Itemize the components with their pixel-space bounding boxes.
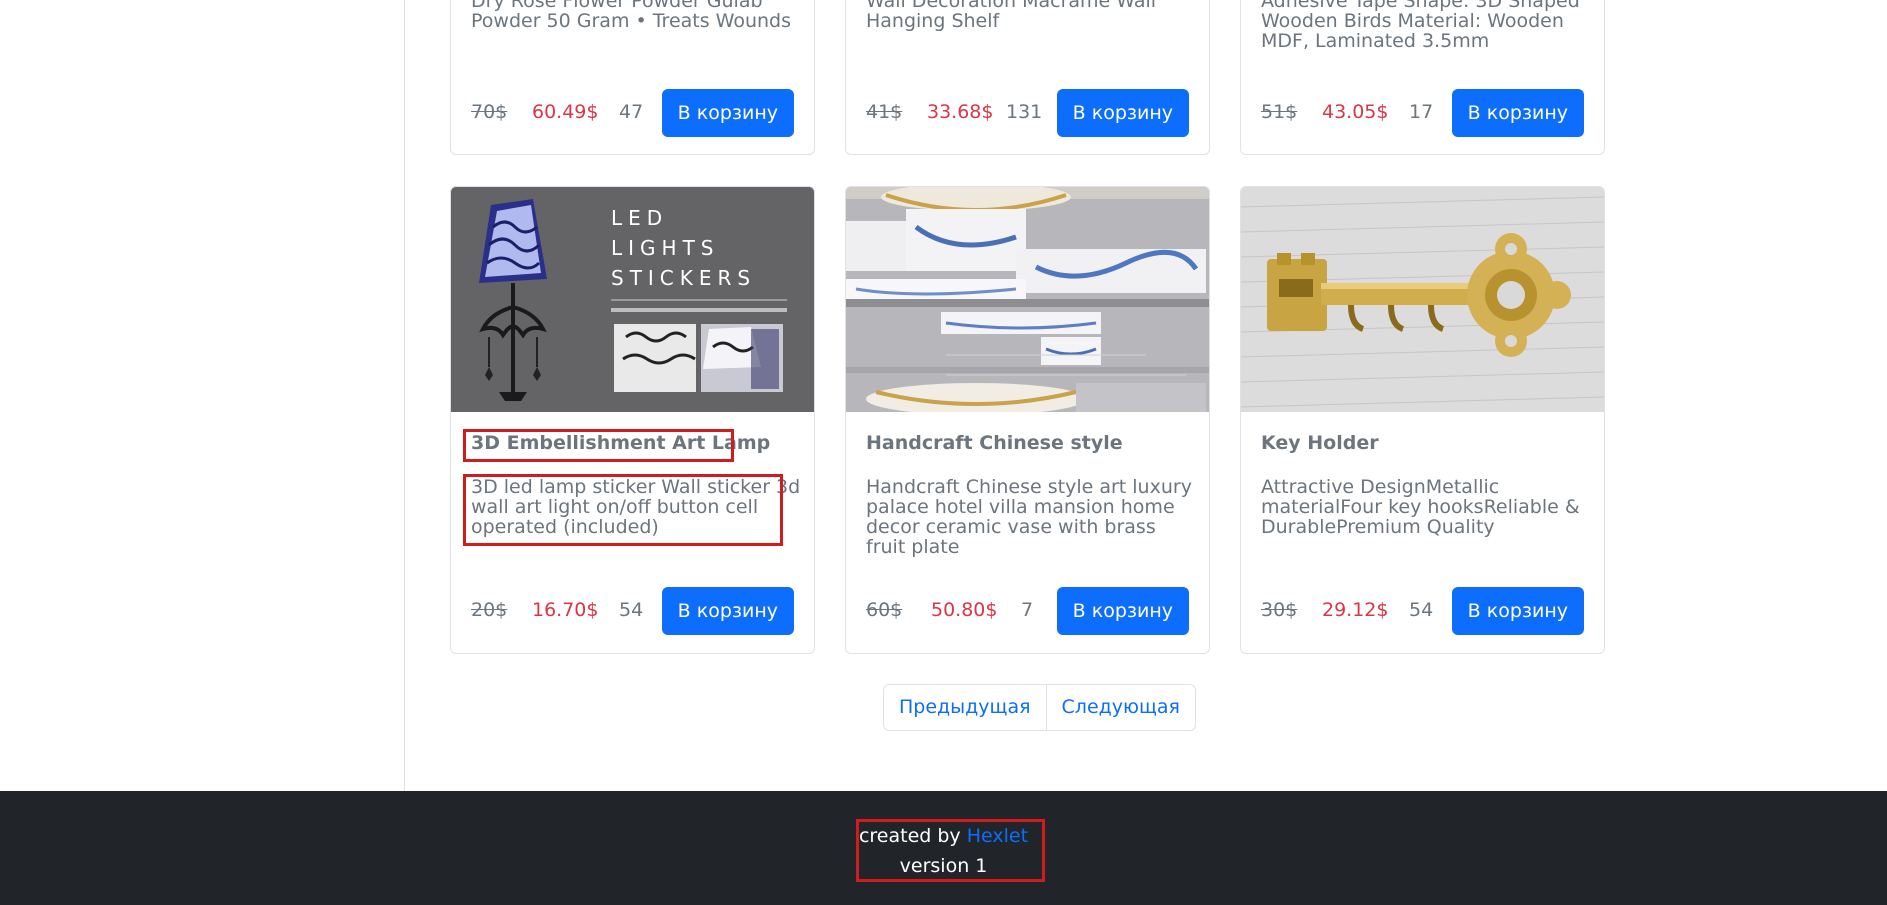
price-row: 70$ 60.49$ 47 В корзину (471, 89, 794, 137)
pagination: Предыдущая Следующая (883, 684, 1196, 731)
description-highlight-box (463, 474, 783, 546)
product-image[interactable] (846, 187, 1209, 412)
add-to-cart-button[interactable]: В корзину (1056, 587, 1189, 635)
title-highlight-box (463, 429, 734, 462)
product-image[interactable]: LED LIGHTS STICKERS (451, 187, 814, 412)
old-price: 41$ (866, 101, 903, 123)
add-to-cart-button[interactable]: В корзину (1056, 89, 1189, 137)
discount-price: 50.80$ (931, 599, 998, 621)
old-price: 70$ (471, 101, 508, 123)
product-description: Dry Rose Flower Powder Gulab Powder 50 G… (471, 0, 792, 32)
product-card: Adhesive Tape Shape: 3D Shaped Wooden Bi… (1240, 0, 1605, 155)
add-to-cart-button[interactable]: В корзину (661, 89, 794, 137)
product-card: Wall Decoration Macrame Wall Hanging She… (845, 0, 1210, 155)
price-row: 41$ 33.68$ 131 В корзину (866, 89, 1189, 137)
stock-count: 54 (1409, 599, 1434, 621)
stock-count: 7 (1021, 599, 1034, 621)
old-price: 51$ (1261, 101, 1298, 123)
add-to-cart-button[interactable]: В корзину (1451, 89, 1584, 137)
product-card: LED LIGHTS STICKERS 3D Embellishment Art… (450, 186, 815, 654)
image-caption: STICKERS (611, 266, 756, 290)
page: Dry Rose Flower Powder Gulab Powder 50 G… (0, 0, 1887, 905)
product-card: Key Holder Attractive DesignMetallic mat… (1240, 186, 1605, 654)
sidebar-divider (404, 0, 405, 791)
product-card: Dry Rose Flower Powder Gulab Powder 50 G… (450, 0, 815, 155)
lamp-sticker-image: LED LIGHTS STICKERS (451, 187, 814, 412)
discount-price: 29.12$ (1322, 599, 1389, 621)
product-title: Handcraft Chinese style (866, 432, 1123, 454)
add-to-cart-button[interactable]: В корзину (661, 587, 794, 635)
price-row: 51$ 43.05$ 17 В корзину (1261, 89, 1584, 137)
stock-count: 17 (1409, 101, 1434, 123)
next-page-link[interactable]: Следующая (1045, 685, 1195, 730)
price-row: 20$ 16.70$ 54 В корзину (471, 587, 794, 635)
stock-count: 54 (619, 599, 644, 621)
stock-count: 47 (619, 101, 644, 123)
discount-price: 33.68$ (927, 101, 994, 123)
ceramic-vase-image (846, 187, 1209, 412)
product-title: Key Holder (1261, 432, 1379, 454)
product-description: Adhesive Tape Shape: 3D Shaped Wooden Bi… (1261, 0, 1580, 52)
old-price: 30$ (1261, 599, 1298, 621)
key-holder-image (1241, 187, 1604, 412)
discount-price: 43.05$ (1322, 101, 1389, 123)
old-price: 20$ (471, 599, 508, 621)
old-price: 60$ (866, 599, 903, 621)
footer: created by Hexlet version 1 (0, 791, 1887, 905)
product-description: Wall Decoration Macrame Wall Hanging She… (866, 0, 1157, 32)
product-image[interactable] (1241, 187, 1604, 412)
footer-highlight-box (856, 819, 1045, 882)
price-row: 60$ 50.80$ 7 В корзину (866, 587, 1189, 635)
product-description: Handcraft Chinese style art luxury palac… (866, 476, 1192, 558)
product-description: Attractive DesignMetallic materialFour k… (1261, 476, 1580, 538)
add-to-cart-button[interactable]: В корзину (1451, 587, 1584, 635)
product-card: Handcraft Chinese style Handcraft Chines… (845, 186, 1210, 654)
image-caption: LED (611, 206, 668, 230)
prev-page-link[interactable]: Предыдущая (884, 685, 1046, 730)
price-row: 30$ 29.12$ 54 В корзину (1261, 587, 1584, 635)
discount-price: 60.49$ (532, 101, 599, 123)
discount-price: 16.70$ (532, 599, 599, 621)
image-caption: LIGHTS (611, 236, 720, 260)
stock-count: 131 (1006, 101, 1043, 123)
